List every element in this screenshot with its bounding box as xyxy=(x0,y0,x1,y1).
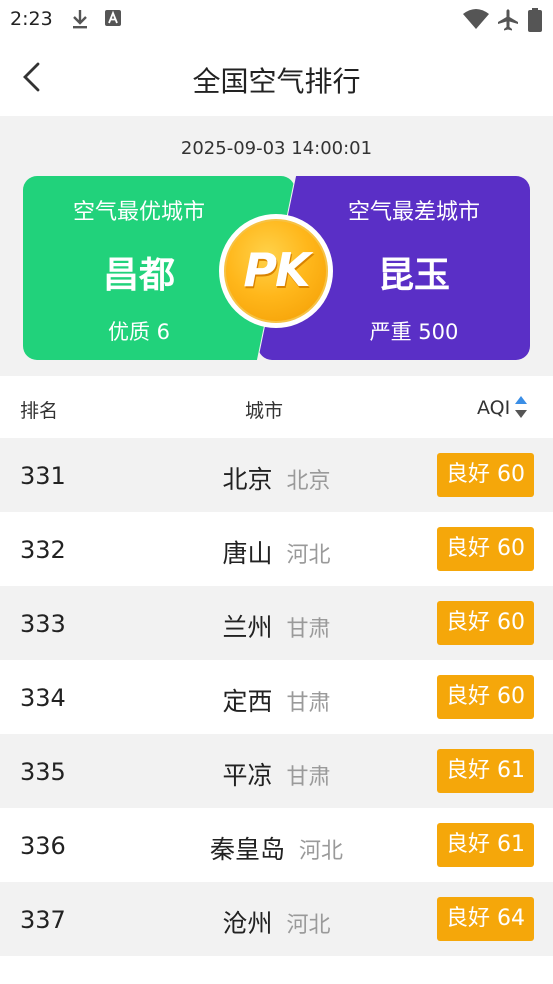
best-city-label: 空气最优城市 xyxy=(72,200,205,225)
download-icon xyxy=(73,10,87,29)
best-city-level: 优质 6 xyxy=(107,320,171,344)
aqi-badge: 良好 60 xyxy=(437,601,534,645)
table-row[interactable]: 335 平凉 甘肃 良好 61 xyxy=(0,734,553,808)
ranking-table-header: 排名 城市 AQI xyxy=(0,376,553,438)
row-city: 秦皇岛 xyxy=(209,835,285,864)
pk-badge-icon: PK xyxy=(219,214,333,328)
app-bar: 全国空气排行 xyxy=(0,38,553,116)
air-quality-pk-panel: 2025-09-03 14:00:01 空气最优城市 昌都 优质 6 空气最差城… xyxy=(0,116,553,376)
status-time: 2:23 xyxy=(10,8,53,30)
row-province: 甘肃 xyxy=(286,765,331,790)
row-city: 沧州 xyxy=(222,909,273,938)
aqi-badge: 良好 60 xyxy=(437,453,534,497)
row-province: 河北 xyxy=(286,543,331,568)
row-province: 北京 xyxy=(286,469,331,494)
table-row[interactable]: 331 北京 北京 良好 60 xyxy=(0,438,553,512)
row-city: 定西 xyxy=(222,687,273,716)
column-aqi[interactable]: AQI xyxy=(477,397,510,419)
a-letter-icon xyxy=(105,10,121,26)
table-row[interactable]: 336 秦皇岛 河北 良好 61 xyxy=(0,808,553,882)
pk-label: PK xyxy=(243,243,310,297)
table-row[interactable]: 332 唐山 河北 良好 60 xyxy=(0,512,553,586)
aqi-badge: 良好 64 xyxy=(437,897,534,941)
row-city: 唐山 xyxy=(222,539,273,568)
row-province: 河北 xyxy=(299,839,344,864)
aqi-badge: 良好 61 xyxy=(437,749,534,793)
airplane-mode-icon xyxy=(498,9,518,31)
worst-city-level: 严重 500 xyxy=(369,320,459,344)
row-city: 兰州 xyxy=(222,613,273,642)
aqi-badge: 良好 61 xyxy=(437,823,534,867)
aqi-badge: 良好 60 xyxy=(437,527,534,571)
row-province: 河北 xyxy=(286,913,331,938)
table-row[interactable]: 333 兰州 甘肃 良好 60 xyxy=(0,586,553,660)
row-city: 平凉 xyxy=(222,761,273,790)
worst-city-label: 空气最差城市 xyxy=(347,200,480,225)
update-timestamp: 2025-09-03 14:00:01 xyxy=(180,138,373,159)
status-bar: 2:23 xyxy=(0,0,553,38)
row-province: 甘肃 xyxy=(286,691,331,716)
page-title: 全国空气排行 xyxy=(192,65,361,98)
table-row[interactable]: 337 沧州 河北 良好 64 xyxy=(0,882,553,956)
row-province: 甘肃 xyxy=(286,617,331,642)
sort-icon[interactable] xyxy=(514,394,528,420)
row-city: 北京 xyxy=(222,465,273,494)
battery-icon xyxy=(528,8,542,32)
table-row[interactable]: 334 定西 甘肃 良好 60 xyxy=(0,660,553,734)
column-city: 城市 xyxy=(245,400,284,422)
column-rank: 排名 xyxy=(20,400,59,422)
ranking-list: 331 北京 北京 良好 60 332 唐山 河北 良好 60 333 兰州 甘肃 良好 60 334 定… xyxy=(0,438,553,956)
wifi-icon xyxy=(463,9,489,29)
aqi-badge: 良好 60 xyxy=(437,675,534,719)
